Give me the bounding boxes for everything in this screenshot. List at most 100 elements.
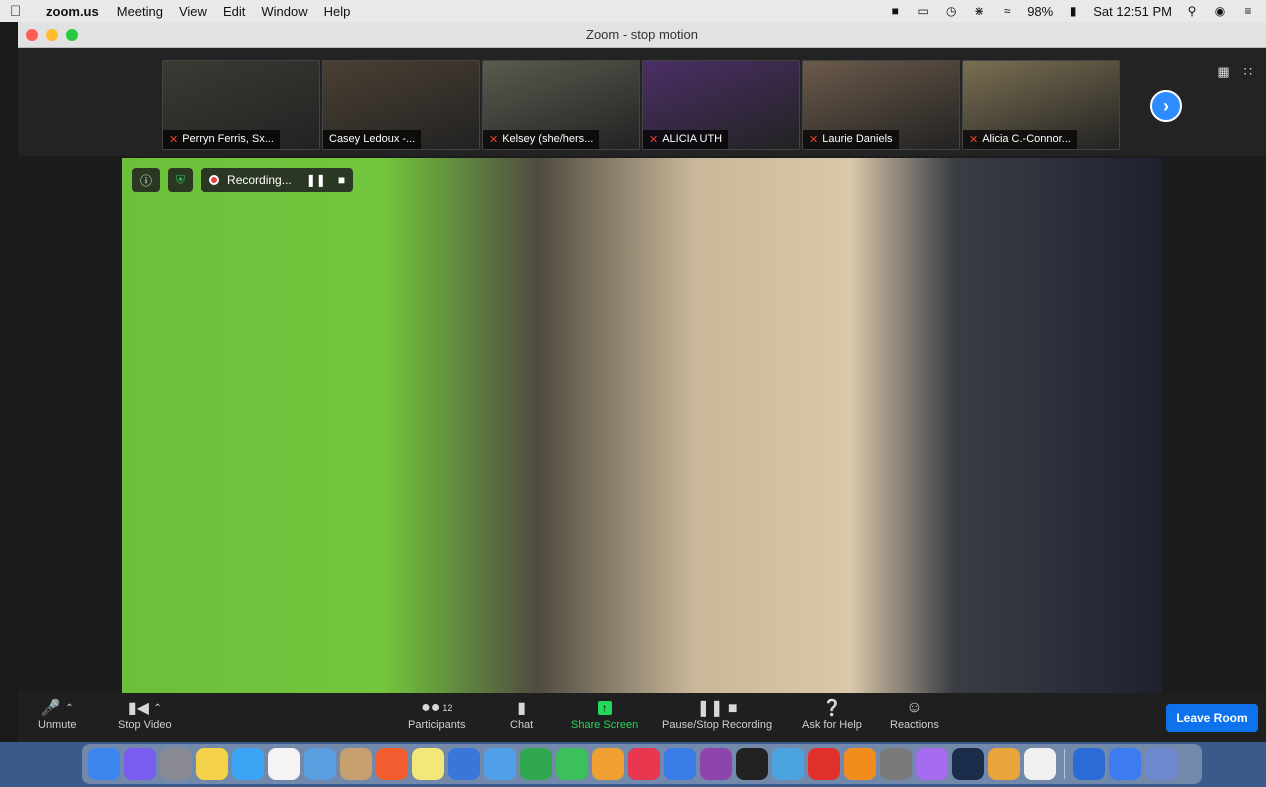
notification-center-icon[interactable]: ≡ [1240, 4, 1256, 18]
menu-edit[interactable]: Edit [223, 4, 245, 19]
window-controls [26, 29, 78, 41]
dock-app-icon[interactable] [1109, 748, 1141, 780]
dock-app-icon[interactable] [448, 748, 480, 780]
chat-label: Chat [510, 719, 534, 731]
clock[interactable]: Sat 12:51 PM [1093, 4, 1172, 19]
battery-percent[interactable]: 98% [1027, 4, 1053, 19]
dock-app-icon[interactable] [988, 748, 1020, 780]
dock-app-icon[interactable] [268, 748, 300, 780]
record-dot-icon [209, 175, 220, 185]
dock-app-icon[interactable] [160, 748, 192, 780]
smiley-icon: ☺ [906, 699, 923, 716]
participant-name: Casey Ledoux -... [329, 133, 416, 145]
muted-mic-icon: ✕ [169, 134, 179, 146]
share-screen-icon: ↑ [597, 697, 612, 719]
meeting-info-button[interactable]: ⓘ [132, 168, 161, 192]
participants-button[interactable]: ●● 12 Participants [408, 697, 465, 731]
dock-app-icon[interactable] [628, 748, 660, 780]
zoom-meeting-window: ✕ Perryn Ferris, Sx... Casey Ledoux -... ✕ K… [18, 48, 1266, 742]
dock-app-icon[interactable] [664, 748, 696, 780]
maximize-window-button[interactable] [66, 29, 78, 41]
status-area: ■ ▭ ◷ ⋇ ≈ 98% ▮ Sat 12:51 PM ⚲ ◉ ≡ [887, 4, 1256, 19]
participant-thumbnail[interactable]: ✕ Kelsey (she/hers... [482, 60, 640, 150]
gallery-view-icon[interactable]: ▦ [1217, 64, 1229, 80]
participant-name-tag: ✕ Alicia C.-Connor... [963, 130, 1077, 149]
pause-stop-icon: ❚❚ ■ [696, 700, 738, 717]
stop-video-label: Stop Video [118, 719, 172, 731]
unmute-button[interactable]: 🎤 ⌃ Unmute [38, 697, 77, 731]
wifi-icon[interactable]: ≈ [999, 4, 1015, 18]
muted-mic-icon: 🎤 ⌃ [40, 700, 74, 717]
siri-icon[interactable]: ◉ [1212, 4, 1228, 18]
zoom-status-icon[interactable]: ■ [887, 4, 903, 18]
ask-for-help-button[interactable]: ❔ Ask for Help [802, 697, 862, 731]
dock-app-icon[interactable] [484, 748, 516, 780]
dock-app-icon[interactable] [772, 748, 804, 780]
spotlight-search-icon[interactable]: ⚲ [1184, 4, 1200, 18]
macos-dock [82, 744, 1202, 784]
pause-recording-icon[interactable]: ❚❚ [306, 173, 326, 187]
next-page-button[interactable]: › [1150, 90, 1182, 122]
shield-icon: ⛨ [176, 172, 186, 187]
dock-app-icon[interactable] [124, 748, 156, 780]
dock-app-icon[interactable] [880, 748, 912, 780]
menu-help[interactable]: Help [324, 4, 351, 19]
meeting-toolbar: 🎤 ⌃ Unmute ▮◀ ⌃ Stop Video ●● 12 Particip… [18, 693, 1266, 742]
chat-bubble-icon: ▮ [517, 700, 527, 717]
dock-app-icon[interactable] [412, 748, 444, 780]
dock-app-icon[interactable] [1024, 748, 1056, 780]
dock-app-icon[interactable] [376, 748, 408, 780]
time-machine-icon[interactable]: ◷ [943, 4, 959, 18]
dock-app-icon[interactable] [88, 748, 120, 780]
ask-for-help-label: Ask for Help [802, 719, 862, 731]
dock-app-icon[interactable] [952, 748, 984, 780]
dock-app-icon[interactable] [916, 748, 948, 780]
stop-recording-icon[interactable]: ■ [338, 173, 345, 187]
bluetooth-icon[interactable]: ⋇ [971, 4, 987, 18]
participant-name: Kelsey (she/hers... [502, 133, 594, 145]
close-window-button[interactable] [26, 29, 38, 41]
participant-name-tag: ✕ Laurie Daniels [803, 130, 899, 149]
menu-view[interactable]: View [179, 4, 207, 19]
dock-app-icon[interactable] [304, 748, 336, 780]
participant-name-tag: ✕ Perryn Ferris, Sx... [163, 130, 280, 149]
pause-stop-recording-button[interactable]: ❚❚ ■ Pause/Stop Recording [662, 697, 772, 731]
stop-video-button[interactable]: ▮◀ ⌃ Stop Video [118, 697, 172, 731]
reactions-button[interactable]: ☺ Reactions [890, 697, 939, 731]
dock-app-icon[interactable] [592, 748, 624, 780]
window-title: Zoom - stop motion [586, 27, 698, 42]
airplay-icon[interactable]: ▭ [915, 4, 931, 18]
menu-meeting[interactable]: Meeting [117, 4, 163, 19]
reactions-label: Reactions [890, 719, 939, 731]
menu-app-name[interactable]: zoom.us [46, 4, 99, 19]
dock-app-icon[interactable] [520, 748, 552, 780]
dock-app-icon[interactable] [1073, 748, 1105, 780]
participant-thumbnail[interactable]: ✕ Perryn Ferris, Sx... [162, 60, 320, 150]
dock-app-icon[interactable] [196, 748, 228, 780]
share-screen-button[interactable]: ↑ Share Screen [571, 697, 638, 731]
apple-menu-icon[interactable]:  [10, 3, 28, 20]
encryption-button[interactable]: ⛨ [168, 168, 194, 192]
participant-thumbnail[interactable]: ✕ ALICIA UTH [642, 60, 800, 150]
minimize-window-button[interactable] [46, 29, 58, 41]
chat-button[interactable]: ▮ Chat [510, 697, 533, 731]
participant-name-tag: ✕ Kelsey (she/hers... [483, 130, 600, 149]
menu-window[interactable]: Window [261, 4, 307, 19]
dock-app-icon[interactable] [340, 748, 372, 780]
participant-thumbnail[interactable]: ✕ Alicia C.-Connor... [962, 60, 1120, 150]
dock-app-icon[interactable] [844, 748, 876, 780]
battery-icon[interactable]: ▮ [1065, 4, 1081, 18]
participant-name: Alicia C.-Connor... [982, 133, 1071, 145]
participant-thumbnail[interactable]: ✕ Laurie Daniels [802, 60, 960, 150]
dock-app-icon[interactable] [556, 748, 588, 780]
participant-thumbnail[interactable]: Casey Ledoux -... [322, 60, 480, 150]
dock-app-icon[interactable] [1145, 748, 1177, 780]
dock-app-icon[interactable] [232, 748, 264, 780]
leave-room-button[interactable]: Leave Room [1166, 704, 1258, 732]
active-speaker-video: ⓘ ⛨ Recording... ❚❚ ■ [122, 158, 1162, 693]
hide-thumbnails-icon[interactable]: ∷ [1244, 64, 1252, 80]
dock-app-icon[interactable] [736, 748, 768, 780]
dock-app-icon[interactable] [808, 748, 840, 780]
muted-mic-icon: ✕ [649, 134, 659, 146]
dock-app-icon[interactable] [700, 748, 732, 780]
